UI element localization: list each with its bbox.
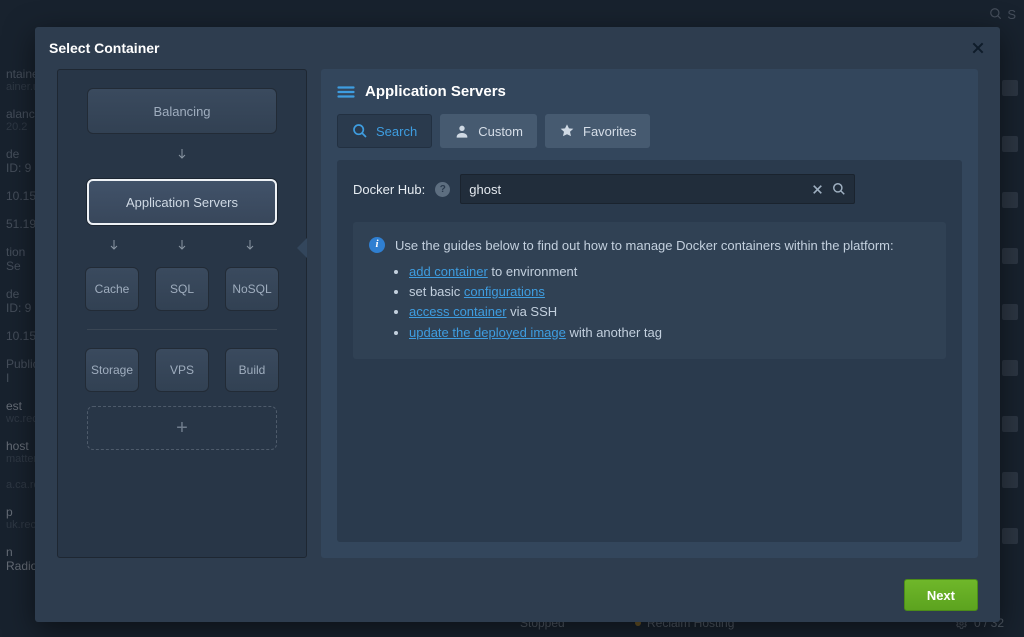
bullet-update-image: update the deployed image with another t… — [409, 323, 930, 343]
select-container-modal: Select Container Balancing Application S… — [35, 27, 1000, 622]
right-panel: Application Servers Search Custom Favori… — [321, 69, 978, 558]
topology-vps[interactable]: VPS — [155, 348, 209, 392]
close-button[interactable] — [970, 40, 986, 56]
search-area: Docker Hub: ? — [337, 160, 962, 542]
clear-button[interactable] — [811, 183, 824, 196]
arrow-down-icon — [176, 148, 188, 165]
search-icon — [352, 123, 368, 139]
link-add-container[interactable]: add container — [409, 264, 488, 279]
docker-hub-label: Docker Hub: — [353, 182, 425, 197]
arrow-down-icon — [108, 239, 120, 253]
link-configurations[interactable]: configurations — [464, 284, 545, 299]
topology-pointer-icon — [297, 238, 307, 258]
topology-add-button[interactable]: + — [87, 406, 277, 450]
info-intro: Use the guides below to find out how to … — [395, 236, 894, 256]
link-access-container[interactable]: access container — [409, 304, 507, 319]
modal-title: Select Container — [49, 40, 159, 56]
arrow-down-icon — [176, 239, 188, 253]
topology-balancing[interactable]: Balancing — [87, 88, 277, 134]
tab-search[interactable]: Search — [337, 114, 432, 148]
search-row: Docker Hub: ? — [353, 174, 946, 204]
arrow-row — [108, 239, 256, 253]
tab-favorites[interactable]: Favorites — [545, 114, 650, 148]
search-field[interactable] — [460, 174, 855, 204]
info-icon: i — [369, 237, 385, 253]
info-box: i Use the guides below to find out how t… — [353, 222, 946, 359]
right-panel-heading: Application Servers — [337, 83, 962, 100]
modal-footer: Next — [35, 568, 1000, 622]
star-icon — [559, 123, 575, 139]
link-update-image[interactable]: update the deployed image — [409, 325, 566, 340]
user-icon — [454, 123, 470, 139]
close-icon — [970, 40, 986, 56]
topology-storage[interactable]: Storage — [85, 348, 139, 392]
search-icon — [832, 182, 846, 196]
help-icon[interactable]: ? — [435, 182, 450, 197]
topology-nosql[interactable]: NoSQL — [225, 267, 279, 311]
modal-header: Select Container — [35, 27, 1000, 69]
tabs: Search Custom Favorites — [337, 114, 962, 148]
next-button[interactable]: Next — [904, 579, 978, 611]
topology-sql[interactable]: SQL — [155, 267, 209, 311]
topology-build[interactable]: Build — [225, 348, 279, 392]
tab-custom[interactable]: Custom — [440, 114, 537, 148]
menu-icon — [337, 85, 355, 99]
bullet-configurations: set basic configurations — [409, 282, 930, 302]
arrow-down-icon — [244, 239, 256, 253]
topology-cache[interactable]: Cache — [85, 267, 139, 311]
close-icon — [811, 183, 824, 196]
bullet-access-container: access container via SSH — [409, 302, 930, 322]
search-input[interactable] — [469, 182, 803, 197]
bullet-add-container: add container to environment — [409, 262, 930, 282]
divider — [87, 329, 277, 330]
modal-overlay: Select Container Balancing Application S… — [0, 0, 1024, 637]
topology-app-servers[interactable]: Application Servers — [87, 179, 277, 225]
info-bullets: add container to environment set basic c… — [409, 262, 930, 343]
topology-panel: Balancing Application Servers Cache SQL … — [57, 69, 307, 558]
search-button[interactable] — [832, 182, 846, 196]
